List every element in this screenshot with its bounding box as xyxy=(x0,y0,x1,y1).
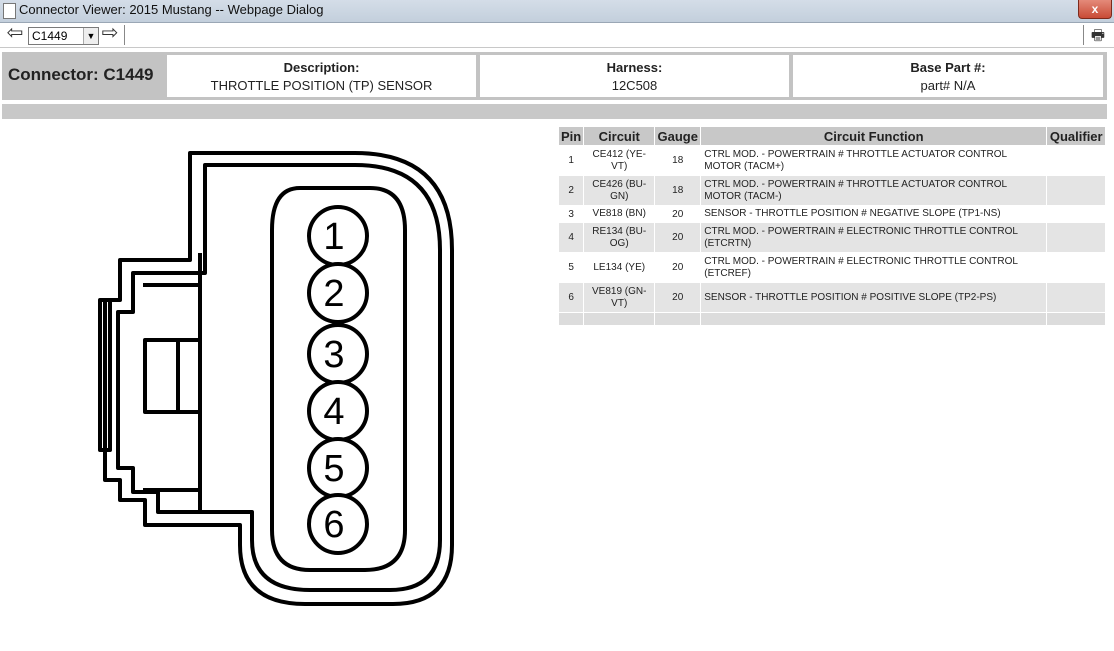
window-title: Connector Viewer: 2015 Mustang -- Webpag… xyxy=(19,2,324,17)
base-part-label: Base Part #: xyxy=(910,60,986,75)
column-header-pin: Pin xyxy=(557,126,585,146)
description-label: Description: xyxy=(283,60,360,75)
harness-cell: Harness: 12C508 xyxy=(480,55,789,97)
connector-select-value: C1449 xyxy=(32,29,68,43)
base-part-value: part# N/A xyxy=(920,78,976,93)
pin-cell: 4 xyxy=(557,222,585,253)
connector-title: Connector: C1449 xyxy=(8,65,154,84)
function-cell: CTRL MOD. - POWERTRAIN # ELECTRONIC THRO… xyxy=(700,252,1048,283)
connector-header: Connector: C1449 Description: THROTTLE P… xyxy=(2,52,1107,100)
qualifier-cell xyxy=(1046,282,1107,313)
gauge-cell: 20 xyxy=(654,252,702,283)
window-titlebar: Connector Viewer: 2015 Mustang -- Webpag… xyxy=(0,0,1114,23)
qualifier-cell xyxy=(1046,145,1107,176)
column-header-qualifier: Qualifier xyxy=(1046,126,1107,146)
gauge-cell: 20 xyxy=(654,282,702,313)
qualifier-cell xyxy=(1046,222,1107,253)
column-header-circuit: Circuit xyxy=(583,126,656,146)
harness-label: Harness: xyxy=(606,60,663,75)
chevron-down-icon[interactable]: ▼ xyxy=(83,28,98,44)
column-header-gauge: Gauge xyxy=(654,126,702,146)
table-row: 2 CE426 (BU-GN) 18 CTRL MOD. - POWERTRAI… xyxy=(557,175,1107,206)
close-button[interactable]: x xyxy=(1078,0,1112,19)
pin-cell: 5 xyxy=(557,252,585,283)
table-row: 1 CE412 (YE-VT) 18 CTRL MOD. - POWERTRAI… xyxy=(557,145,1107,176)
pin-table: Pin Circuit Gauge Circuit Function Quali… xyxy=(557,126,1107,326)
connector-select[interactable]: C1449 ▼ xyxy=(28,27,99,45)
circuit-cell: LE134 (YE) xyxy=(583,252,656,283)
pin-number-label: 3 xyxy=(323,334,344,376)
separator-bar xyxy=(2,104,1107,119)
qualifier-cell xyxy=(1046,252,1107,283)
toolbar-divider xyxy=(124,25,125,45)
gauge-cell: 20 xyxy=(654,205,702,223)
qualifier-cell xyxy=(1046,175,1107,206)
pin-cavities xyxy=(307,205,369,555)
function-cell: SENSOR - THROTTLE POSITION # POSITIVE SL… xyxy=(700,282,1048,313)
table-row: 5 LE134 (YE) 20 CTRL MOD. - POWERTRAIN #… xyxy=(557,252,1107,283)
pin-cell: 3 xyxy=(557,205,585,223)
gauge-cell: 18 xyxy=(654,145,702,176)
description-value: THROTTLE POSITION (TP) SENSOR xyxy=(210,78,433,93)
circuit-cell: VE819 (GN-VT) xyxy=(583,282,656,313)
toolbar-divider xyxy=(1083,25,1084,45)
printer-icon[interactable]: 🖶 xyxy=(1088,25,1108,44)
gauge-cell: 18 xyxy=(654,175,702,206)
pin-number-label: 2 xyxy=(323,273,344,315)
qualifier-cell xyxy=(1046,205,1107,223)
pin-number-label: 6 xyxy=(323,504,344,546)
pin-cell: 1 xyxy=(557,145,585,176)
function-cell: CTRL MOD. - POWERTRAIN # ELECTRONIC THRO… xyxy=(700,222,1048,253)
base-part-cell: Base Part #: part# N/A xyxy=(793,55,1103,97)
pin-cell: 2 xyxy=(557,175,585,206)
gauge-cell: 20 xyxy=(654,222,702,253)
table-footer-row xyxy=(557,312,1107,326)
circuit-cell: CE426 (BU-GN) xyxy=(583,175,656,206)
column-header-function: Circuit Function xyxy=(700,126,1048,146)
connector-face-diagram: 1 2 3 4 5 6 xyxy=(98,151,454,606)
circuit-cell: CE412 (YE-VT) xyxy=(583,145,656,176)
table-row: 4 RE134 (BU-OG) 20 CTRL MOD. - POWERTRAI… xyxy=(557,222,1107,253)
harness-value: 12C508 xyxy=(611,78,658,93)
circuit-cell: RE134 (BU-OG) xyxy=(583,222,656,253)
function-cell: SENSOR - THROTTLE POSITION # NEGATIVE SL… xyxy=(700,205,1048,223)
pin-number-label: 4 xyxy=(323,391,344,433)
table-row: 6 VE819 (GN-VT) 20 SENSOR - THROTTLE POS… xyxy=(557,282,1107,313)
page-icon xyxy=(3,3,16,19)
circuit-cell: VE818 (BN) xyxy=(583,205,656,223)
toolbar: ⇦ C1449 ▼ ⇨ 🖶 xyxy=(0,23,1114,48)
back-arrow-icon[interactable]: ⇦ xyxy=(5,23,25,44)
pin-number-label: 5 xyxy=(323,448,344,490)
forward-arrow-icon[interactable]: ⇨ xyxy=(100,23,120,44)
table-header-row: Pin Circuit Gauge Circuit Function Quali… xyxy=(557,126,1107,146)
pin-number-label: 1 xyxy=(323,216,344,258)
function-cell: CTRL MOD. - POWERTRAIN # THROTTLE ACTUAT… xyxy=(700,145,1048,176)
function-cell: CTRL MOD. - POWERTRAIN # THROTTLE ACTUAT… xyxy=(700,175,1048,206)
pin-cell: 6 xyxy=(557,282,585,313)
table-row: 3 VE818 (BN) 20 SENSOR - THROTTLE POSITI… xyxy=(557,205,1107,223)
description-cell: Description: THROTTLE POSITION (TP) SENS… xyxy=(167,55,476,97)
